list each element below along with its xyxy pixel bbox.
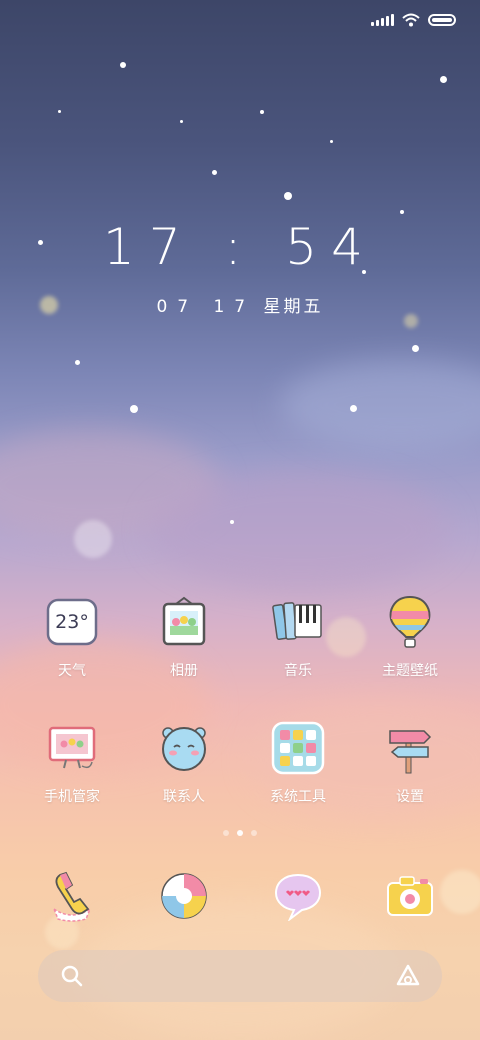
- cellular-signal-icon: [371, 14, 394, 26]
- app-phone-manager[interactable]: 手机管家: [12, 720, 132, 806]
- app-label: 主题壁纸: [382, 663, 438, 679]
- search-bar[interactable]: [38, 950, 442, 1002]
- page-dot: [223, 830, 229, 836]
- date-line: 07 17 星期五: [0, 292, 480, 317]
- search-icon[interactable]: [60, 964, 84, 988]
- app-system-tools[interactable]: 系统工具: [238, 720, 358, 806]
- app-label: 设置: [396, 789, 424, 805]
- dock-phone[interactable]: [12, 868, 132, 924]
- page-indicator: [0, 830, 480, 836]
- app-music[interactable]: 音乐: [238, 594, 358, 680]
- messages-icon: [270, 868, 326, 924]
- contacts-icon: [156, 720, 212, 776]
- date-weekday: 星期五: [263, 297, 324, 317]
- camera-icon: [382, 868, 438, 924]
- page-dot: [251, 830, 257, 836]
- app-label: 相册: [170, 663, 198, 679]
- app-label: 音乐: [284, 663, 312, 679]
- weather-icon: 23°: [44, 594, 100, 650]
- page-dot-active: [237, 830, 243, 836]
- dock-messages[interactable]: [238, 868, 358, 924]
- dock-camera[interactable]: [350, 868, 470, 924]
- date-month-day: 07 17: [156, 297, 256, 317]
- app-label: 手机管家: [44, 789, 100, 805]
- settings-signpost-icon: [382, 720, 438, 776]
- system-tools-icon: [270, 720, 326, 776]
- app-label: 天气: [58, 663, 86, 679]
- app-label: 联系人: [163, 789, 205, 805]
- music-icon: [270, 594, 326, 650]
- app-theme-wallpaper[interactable]: 主题壁纸: [350, 594, 470, 680]
- weather-temperature: 23°: [55, 611, 89, 633]
- app-contacts[interactable]: 联系人: [124, 720, 244, 806]
- app-settings[interactable]: 设置: [350, 720, 470, 806]
- battery-icon: [428, 14, 456, 26]
- wifi-icon: [402, 13, 420, 27]
- phone-manager-icon: [44, 720, 100, 776]
- gallery-icon: [156, 594, 212, 650]
- assistant-icon[interactable]: [394, 962, 422, 990]
- theme-balloon-icon: [382, 594, 438, 650]
- app-gallery[interactable]: 相册: [124, 594, 244, 680]
- status-bar: [371, 8, 456, 32]
- app-label: 系统工具: [270, 789, 326, 805]
- browser-icon: [156, 868, 212, 924]
- app-weather[interactable]: 23° 天气: [12, 594, 132, 680]
- dock-browser[interactable]: [124, 868, 244, 924]
- lock-clock-time: 17 : 54: [103, 218, 377, 276]
- phone-icon: [44, 868, 100, 924]
